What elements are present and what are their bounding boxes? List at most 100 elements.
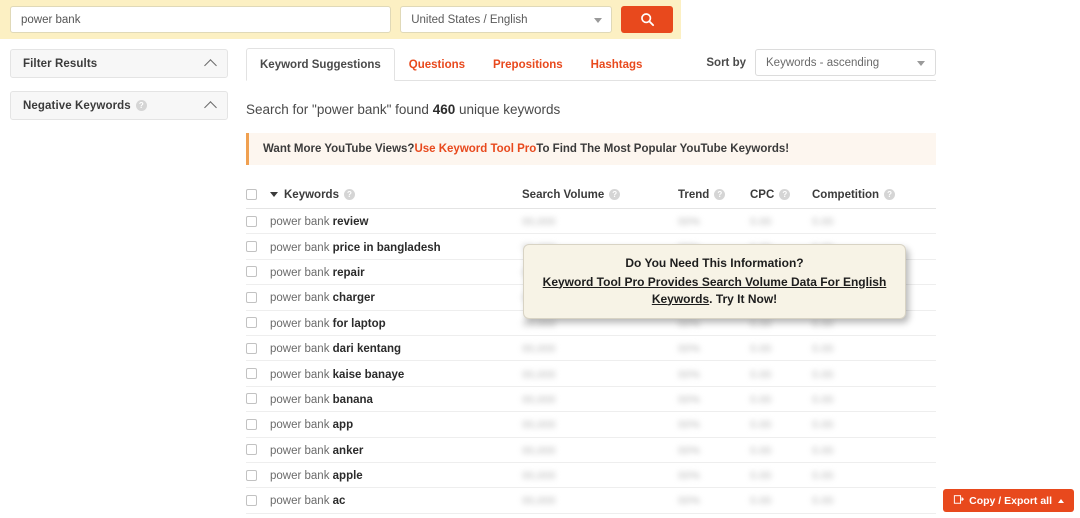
tab-keyword-suggestions[interactable]: Keyword Suggestions (246, 48, 395, 81)
keyword-prefix: power bank (270, 343, 333, 355)
help-icon[interactable]: ? (884, 189, 895, 200)
competition-value: 0.00 (812, 318, 833, 330)
cell-search-volume: 00,000 (522, 365, 678, 383)
table-row[interactable]: power bank anker00,00000%0.000.00 (246, 438, 936, 463)
copy-export-button[interactable]: Copy / Export all (943, 489, 1074, 512)
cell-keyword[interactable]: power bank for laptop (270, 314, 522, 332)
tab-prepositions-label: Prepositions (493, 59, 563, 71)
header-search-volume[interactable]: Search Volume ? (522, 189, 678, 201)
select-all-cell (246, 189, 270, 200)
table-row[interactable]: power bank apple00,00000%0.000.00 (246, 463, 936, 488)
keyword-term: dari kentang (333, 343, 401, 355)
keyword-prefix: power bank (270, 242, 333, 254)
cell-keyword[interactable]: power bank app (270, 415, 522, 433)
cpc-value: 0.00 (750, 216, 771, 228)
export-icon (953, 495, 964, 506)
row-checkbox[interactable] (246, 241, 257, 252)
filter-results-panel[interactable]: Filter Results (10, 49, 228, 78)
trend-value: 00% (678, 495, 700, 507)
trend-value: 00% (678, 369, 700, 381)
row-checkbox[interactable] (246, 419, 257, 430)
row-select-cell (246, 266, 270, 277)
search-volume-value: 00,000 (522, 343, 556, 355)
row-checkbox[interactable] (246, 317, 257, 328)
tab-hashtags[interactable]: Hashtags (577, 48, 657, 81)
cell-keyword[interactable]: power bank repair (270, 263, 522, 281)
cpc-value: 0.00 (750, 343, 771, 355)
keyword-prefix: power bank (270, 292, 333, 304)
table-row[interactable]: power bank dari kentang00,00000%0.000.00 (246, 336, 936, 361)
cell-keyword[interactable]: power bank dari kentang (270, 339, 522, 357)
cell-keyword[interactable]: power bank banana (270, 390, 522, 408)
help-icon[interactable]: ? (344, 189, 355, 200)
row-select-cell (246, 419, 270, 430)
tab-questions[interactable]: Questions (395, 48, 479, 81)
upsell-title: Do You Need This Information? (625, 256, 803, 270)
promo-before: Want More YouTube Views? (263, 143, 414, 155)
cell-search-volume: 00,000 (522, 390, 678, 408)
row-checkbox[interactable] (246, 444, 257, 455)
cell-competition: 0.00 (812, 365, 922, 383)
cell-keyword[interactable]: power bank anker (270, 441, 522, 459)
cell-cpc: 0.00 (750, 441, 812, 459)
help-icon[interactable]: ? (779, 189, 790, 200)
search-volume-value: 00,000 (522, 495, 556, 507)
header-cpc[interactable]: CPC ? (750, 189, 812, 201)
cell-trend: 00% (678, 212, 750, 230)
chevron-up-icon (204, 101, 217, 114)
cpc-value: 0.00 (750, 470, 771, 482)
search-icon (640, 12, 655, 27)
table-row[interactable]: power bank kaise banaye00,00000%0.000.00 (246, 361, 936, 386)
help-icon[interactable]: ? (714, 189, 725, 200)
cell-competition: 0.00 (812, 212, 922, 230)
table-row[interactable]: power bank app00,00000%0.000.00 (246, 412, 936, 437)
row-checkbox[interactable] (246, 470, 257, 481)
help-icon[interactable]: ? (136, 100, 147, 111)
cell-keyword[interactable]: power bank kaise banaye (270, 365, 522, 383)
help-icon[interactable]: ? (609, 189, 620, 200)
search-button[interactable] (621, 6, 673, 33)
header-keywords[interactable]: Keywords ? (270, 189, 522, 201)
chevron-up-icon (204, 59, 217, 72)
cell-keyword[interactable]: power bank apple (270, 466, 522, 484)
cell-cpc: 0.00 (750, 491, 812, 509)
tab-bar: Keyword Suggestions Questions Prepositio… (246, 48, 936, 81)
row-select-cell (246, 241, 270, 252)
search-volume-value: 00,000 (522, 216, 556, 228)
search-bar: United States / English (0, 0, 681, 39)
row-select-cell (246, 292, 270, 303)
keyword-prefix: power bank (270, 369, 333, 381)
cell-search-volume: 00,000 (522, 339, 678, 357)
row-checkbox[interactable] (246, 368, 257, 379)
row-checkbox[interactable] (246, 393, 257, 404)
chevron-down-icon (594, 18, 602, 23)
cell-keyword[interactable]: power bank review (270, 212, 522, 230)
header-trend[interactable]: Trend ? (678, 189, 750, 201)
table-row[interactable]: power bank review00,00000%0.000.00 (246, 209, 936, 234)
sort-by-select[interactable]: Keywords - ascending (755, 49, 936, 76)
table-header-row: Keywords ? Search Volume ? Trend ? CPC ?… (246, 185, 936, 209)
language-country-select[interactable]: United States / English (400, 6, 612, 33)
trend-value: 00% (678, 394, 700, 406)
row-checkbox[interactable] (246, 266, 257, 277)
promo-link[interactable]: Use Keyword Tool Pro (414, 143, 536, 155)
select-all-checkbox[interactable] (246, 189, 257, 200)
row-checkbox[interactable] (246, 216, 257, 227)
cell-keyword[interactable]: power bank charger (270, 288, 522, 306)
cell-keyword[interactable]: power bank ac (270, 491, 522, 509)
tab-prepositions[interactable]: Prepositions (479, 48, 577, 81)
table-row[interactable]: power bank banana00,00000%0.000.00 (246, 387, 936, 412)
search-input[interactable] (10, 6, 391, 33)
row-checkbox[interactable] (246, 292, 257, 303)
cell-cpc: 0.00 (750, 466, 812, 484)
cell-cpc: 0.00 (750, 415, 812, 433)
keyword-term: charger (333, 292, 375, 304)
competition-value: 0.00 (812, 394, 833, 406)
cell-keyword[interactable]: power bank price in bangladesh (270, 238, 522, 256)
row-checkbox[interactable] (246, 495, 257, 506)
negative-keywords-panel[interactable]: Negative Keywords ? (10, 91, 228, 120)
table-row[interactable]: power bank ac00,00000%0.000.00 (246, 488, 936, 513)
row-checkbox[interactable] (246, 343, 257, 354)
tab-keyword-suggestions-label: Keyword Suggestions (260, 59, 381, 71)
header-competition[interactable]: Competition ? (812, 189, 922, 201)
